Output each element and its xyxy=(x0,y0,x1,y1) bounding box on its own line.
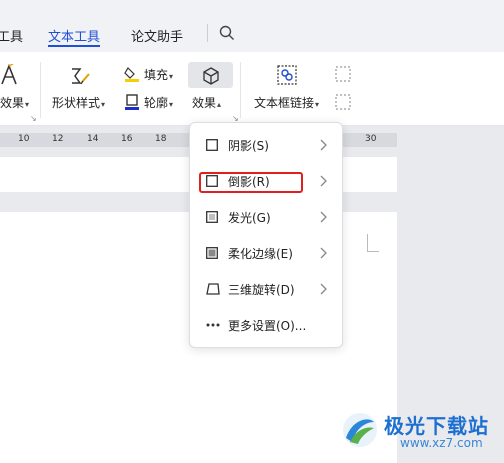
menu-item-more-settings[interactable]: 更多设置(O)... xyxy=(196,311,338,339)
active-tab-indicator xyxy=(48,45,100,47)
menu-item-shadow[interactable]: 阴影(S) xyxy=(196,131,338,159)
chevron-down-icon: ▾ xyxy=(315,100,320,109)
effect-label: 效果 xyxy=(192,96,217,110)
page-corner-mark xyxy=(367,234,379,252)
watermark: 极光下载站 www.xz7.com xyxy=(340,408,500,458)
tab-text-tools[interactable]: 文本工具 xyxy=(48,26,100,45)
search-icon[interactable] xyxy=(219,25,235,41)
menu-item-label: 柔化边缘(E) xyxy=(228,247,293,261)
tab-paper-assistant[interactable]: 论文助手 xyxy=(131,26,183,45)
effect-cube-icon[interactable] xyxy=(201,66,221,86)
menu-item-glow[interactable]: 发光(G) xyxy=(196,203,338,231)
text-effect-button[interactable]: 效果▾ xyxy=(0,94,29,111)
watermark-site-name: 极光下载站 xyxy=(384,414,489,438)
menu-item-label: 倒影(R) xyxy=(228,175,270,189)
text-effect-icon[interactable] xyxy=(0,64,20,86)
chevron-right-icon xyxy=(320,175,327,187)
effects-dropdown-menu: 阴影(S) 倒影(R) 发光(G) 柔化边缘(E) 三维旋转(D) 更多设置(O… xyxy=(189,122,343,348)
chevron-right-icon xyxy=(320,139,327,151)
textbox-link-label: 文本框链接 xyxy=(254,96,315,110)
textbox-link-button[interactable]: 文本框链接▾ xyxy=(254,94,319,111)
textbox-link-icon[interactable] xyxy=(276,64,298,86)
chevron-down-icon: ▾ xyxy=(169,72,174,81)
chevron-right-icon xyxy=(320,283,327,295)
menu-item-label: 阴影(S) xyxy=(228,139,269,153)
shape-style-label: 形状样式 xyxy=(52,96,101,110)
tab-tools[interactable]: 工具 xyxy=(0,26,23,45)
chevron-down-icon: ▾ xyxy=(25,100,30,109)
textbox-select-icon[interactable] xyxy=(335,66,351,82)
outline-label: 轮廓 xyxy=(144,96,169,110)
menu-item-soft-edge[interactable]: 柔化边缘(E) xyxy=(196,239,338,267)
more-dots-icon xyxy=(206,323,220,327)
ruler-tick-label: 18 xyxy=(155,134,167,144)
textbox-unlink-icon[interactable] xyxy=(335,94,351,110)
text-effect-label: 效果 xyxy=(0,96,25,110)
chevron-down-icon: ▴ xyxy=(217,100,222,109)
fill-icon[interactable] xyxy=(124,66,140,82)
square-outline-icon xyxy=(206,175,218,187)
outline-button[interactable]: 轮廓▾ xyxy=(144,94,173,111)
menu-item-label: 发光(G) xyxy=(228,211,271,225)
3d-rotation-icon xyxy=(206,283,220,295)
ruler-tick-label: 16 xyxy=(121,134,133,144)
chevron-down-icon: ▾ xyxy=(169,100,174,109)
aurora-logo-icon xyxy=(343,413,377,447)
soft-edge-square-icon xyxy=(206,247,218,259)
dialog-launcher-icon[interactable]: ↘ xyxy=(30,114,37,123)
ribbon-toolbar: 效果▾ ↘ 形状样式▾ 填充▾ 轮廓▾ 效果▴ ↘ 文本框链接▾ xyxy=(0,52,504,126)
ruler-tick-label: 14 xyxy=(87,134,99,144)
square-outline-icon xyxy=(206,139,218,151)
effect-button[interactable]: 效果▴ xyxy=(192,94,221,111)
chevron-right-icon xyxy=(320,247,327,259)
menu-item-label: 更多设置(O)... xyxy=(228,319,307,333)
menu-item-3d-rotation[interactable]: 三维旋转(D) xyxy=(196,275,338,303)
ruler-tick-label: 12 xyxy=(52,134,64,144)
ruler-tick-label: 10 xyxy=(18,134,30,144)
fill-button[interactable]: 填充▾ xyxy=(144,66,173,83)
ruler-tick-label: 30 xyxy=(365,134,377,144)
menu-item-reflection[interactable]: 倒影(R) xyxy=(196,167,338,195)
tab-divider xyxy=(207,24,208,42)
watermark-url: www.xz7.com xyxy=(400,436,483,450)
shape-style-button[interactable]: 形状样式▾ xyxy=(52,94,105,111)
menu-item-label: 三维旋转(D) xyxy=(228,283,295,297)
ribbon-divider xyxy=(240,62,241,118)
ribbon-divider xyxy=(40,62,41,118)
fill-label: 填充 xyxy=(144,68,169,82)
tab-bar: 工具 文本工具 论文助手 xyxy=(0,0,504,52)
outline-icon[interactable] xyxy=(124,94,140,110)
chevron-down-icon: ▾ xyxy=(101,100,106,109)
glow-square-icon xyxy=(206,211,218,223)
chevron-right-icon xyxy=(320,211,327,223)
shape-style-icon[interactable] xyxy=(70,66,92,86)
